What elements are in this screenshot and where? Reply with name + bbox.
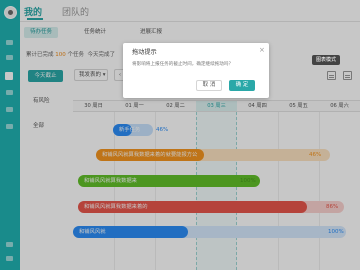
confirm-button[interactable]: 确 定 xyxy=(229,80,255,91)
view-mode-tooltip: 图表模式 xyxy=(312,55,341,65)
dialog-message: 将影响将上报任务的截止时间，确定继续拖动吗？ xyxy=(132,62,234,67)
drag-confirm-dialog: 拖动提示 × 将影响将上报任务的截止时间，确定继续拖动吗？ 取 消 确 定 xyxy=(123,43,269,98)
close-icon[interactable]: × xyxy=(259,46,265,54)
cancel-button[interactable]: 取 消 xyxy=(196,80,222,91)
modal-overlay[interactable] xyxy=(0,0,360,270)
dialog-title: 拖动提示 xyxy=(132,49,157,56)
